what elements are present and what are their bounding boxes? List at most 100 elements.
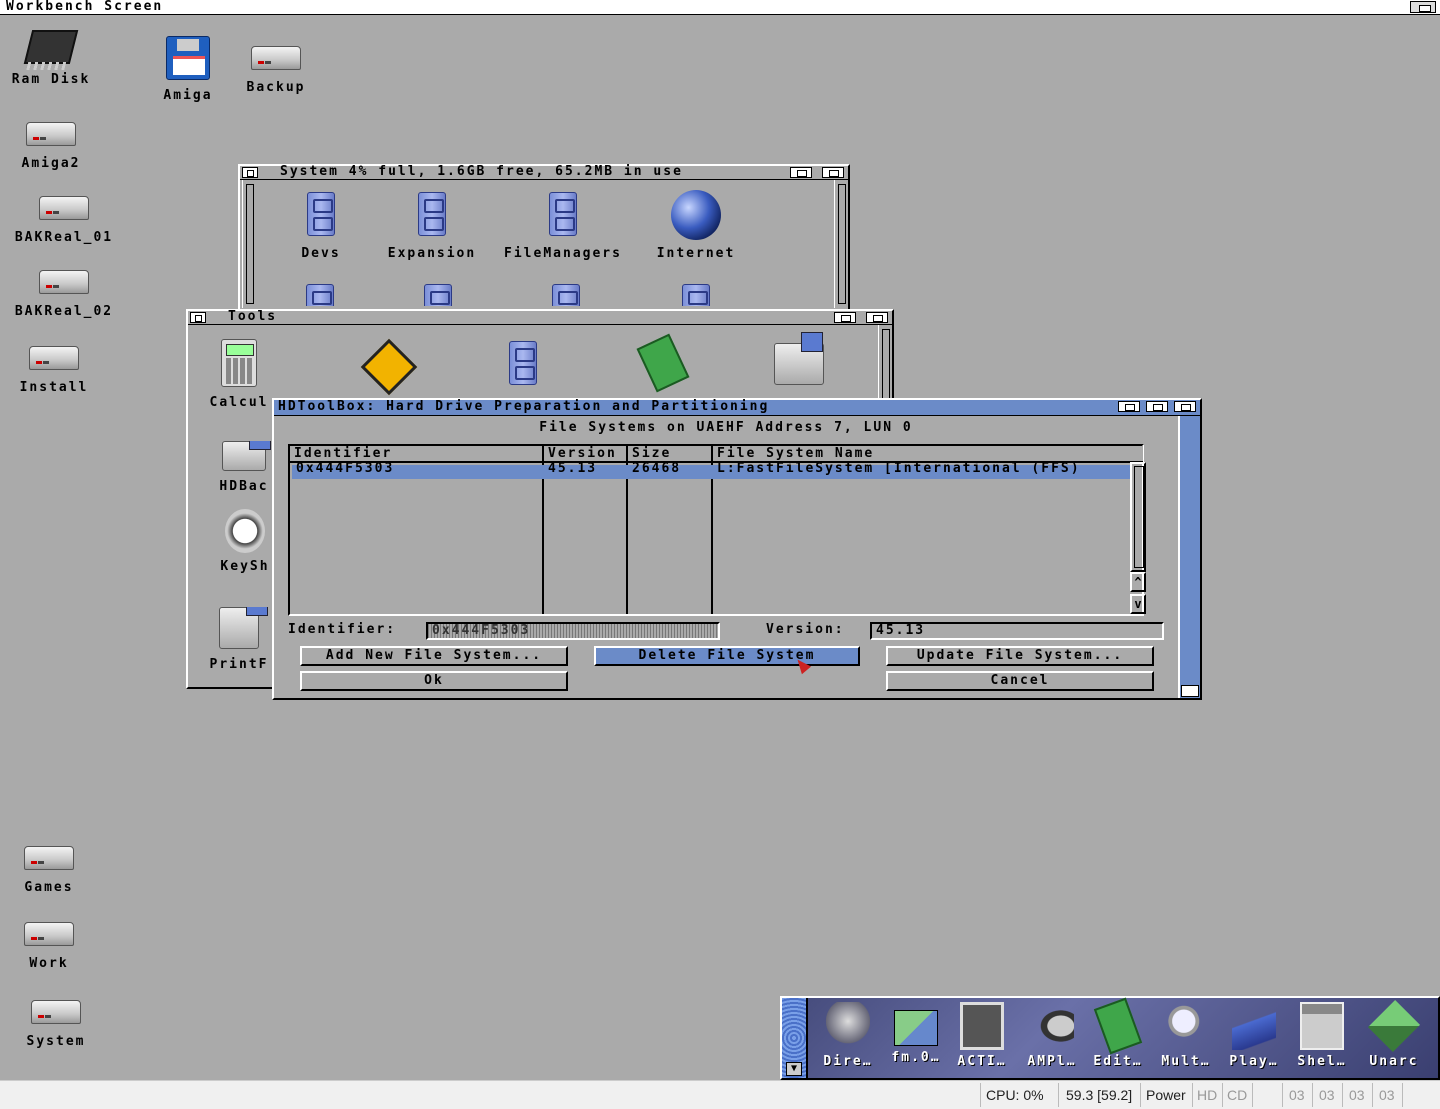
desktop-icon-label: Backup (246, 80, 306, 95)
drawer-icon-devs[interactable]: Devs (276, 190, 366, 261)
tool-icon-notepad[interactable] (628, 333, 698, 395)
globe-icon (671, 190, 721, 240)
iconify-gadget-icon[interactable] (1118, 401, 1140, 412)
dock-menu-arrow-icon[interactable]: ▼ (786, 1062, 802, 1076)
tool-icon-printfiles[interactable]: PrintF (204, 607, 274, 672)
tool-icon-drawer[interactable] (488, 339, 558, 395)
dock-bar[interactable]: ▼ Dire… fm.0… ACTI… AMPl… Edit… Mult… Pl… (780, 996, 1440, 1080)
cancel-button[interactable]: Cancel (886, 671, 1154, 691)
tool-icon-hdbackup[interactable]: HDBac (214, 441, 274, 494)
depth-gadget-icon[interactable] (822, 167, 844, 178)
desktop-icon-amiga2[interactable]: Amiga2 (6, 122, 96, 171)
tool-icon-cross-dos[interactable] (354, 338, 424, 401)
tool-icon-calculator[interactable]: Calcul (204, 339, 274, 410)
zoom-gadget-icon[interactable] (1146, 401, 1168, 412)
delete-file-system-button[interactable]: Delete File System (594, 646, 860, 666)
file-systems-heading: File Systems on UAEHF Address 7, LUN 0 (539, 420, 913, 435)
list-scrollbar-track[interactable] (1130, 462, 1146, 572)
scroll-up-button[interactable]: ^ (1130, 572, 1146, 592)
tools-window-title-bar[interactable]: Tools (188, 309, 892, 325)
desktop-icon-bakreal-02[interactable]: BAKReal_02 (4, 270, 124, 319)
add-file-system-button[interactable]: Add New File System... (300, 646, 568, 666)
identifier-label: Identifier: (288, 622, 397, 637)
film-strip-icon (960, 1002, 1004, 1050)
desktop-icon-label: Games (24, 880, 74, 895)
drawer-icon-partial[interactable] (290, 282, 350, 306)
drawer-icon-expansion[interactable]: Expansion (380, 190, 484, 261)
dock-item-multiview[interactable]: Mult… (1150, 1002, 1222, 1069)
system-window[interactable]: System 4% full, 1.6GB free, 65.2MB in us… (238, 164, 850, 324)
drawer-icon-partial[interactable] (408, 282, 468, 306)
desktop-icon-label: Install (19, 380, 89, 395)
screen-depth-gadget[interactable] (1410, 1, 1436, 13)
directory-opus-icon (826, 1002, 870, 1050)
dock-item-amplifier[interactable]: AMPl… (1016, 1002, 1088, 1069)
drawer-icon-internet[interactable]: Internet (648, 190, 744, 261)
table-cell-identifier: 0x444F5303 (296, 461, 395, 476)
depth-gadget-icon[interactable] (866, 312, 888, 323)
emulator-status-bar: CPU: 0% 59.3 [59.2] Power HD CD 03 03 03… (0, 1080, 1440, 1109)
drawer-icon-filemanagers[interactable]: FileManagers (498, 190, 628, 261)
tool-icon-printer[interactable] (764, 332, 834, 393)
drive-df2-track[interactable]: 03 (1349, 1087, 1365, 1103)
power-led[interactable]: Power (1146, 1087, 1186, 1103)
drawer-icon-partial[interactable] (666, 282, 726, 306)
dock-item-label: ACTI… (957, 1054, 1007, 1069)
desktop-icon-work[interactable]: Work (6, 922, 92, 971)
drive-df3-track[interactable]: 03 (1379, 1087, 1395, 1103)
dock-item-label: Dire… (823, 1054, 873, 1069)
desktop-icon-bakreal-01[interactable]: BAKReal_01 (4, 196, 124, 245)
hard-drive-icon (29, 346, 79, 370)
desktop-icon-amiga[interactable]: Amiga (148, 36, 228, 103)
version-field[interactable]: 45.13 (870, 622, 1164, 640)
ok-button[interactable]: Ok (300, 671, 568, 691)
file-system-list[interactable]: Identifier Version Size File System Name… (288, 444, 1146, 616)
zoom-gadget-icon[interactable] (790, 167, 812, 178)
desktop-icon-label: Work (29, 956, 69, 971)
desktop-icon-ram-disk[interactable]: Ram Disk (6, 30, 96, 87)
system-window-title-bar[interactable]: System 4% full, 1.6GB free, 65.2MB in us… (240, 164, 848, 180)
close-gadget-icon[interactable] (190, 312, 206, 323)
desktop-icon-backup[interactable]: Backup (236, 46, 316, 95)
disk-player-icon (1232, 1002, 1276, 1050)
ram-chip-icon (23, 30, 79, 64)
system-window-scrollbar[interactable] (834, 180, 848, 308)
list-scrollbar[interactable]: ^ v (1130, 462, 1146, 614)
screen-title-bar[interactable]: Workbench Screen (0, 0, 1440, 15)
dock-item-filemanager[interactable]: fm.0… (880, 1002, 952, 1065)
hard-drive-icon (24, 922, 74, 946)
drawer-icon (544, 282, 588, 306)
identifier-field[interactable]: 0x444F5303 (426, 622, 720, 640)
dock-drag-handle[interactable]: ▼ (782, 998, 808, 1078)
drawer-icon-partial[interactable] (536, 282, 596, 306)
tool-icon-keyshow[interactable]: KeySh (216, 509, 274, 574)
drawer-icon (674, 282, 718, 306)
drawer-label: FileManagers (504, 246, 622, 261)
floppy-disk-icon (166, 36, 210, 80)
dock-item-editor[interactable]: Edit… (1082, 997, 1154, 1069)
fps-readout: 59.3 [59.2] (1066, 1087, 1133, 1103)
hdtoolbox-title-bar[interactable]: HDToolBox: Hard Drive Preparation and Pa… (274, 399, 1200, 416)
depth-gadget-icon[interactable] (1174, 401, 1196, 412)
close-gadget-icon[interactable] (242, 167, 258, 178)
dock-item-shell[interactable]: Shel… (1286, 1002, 1358, 1069)
resize-gadget-icon[interactable] (1181, 685, 1199, 697)
dock-item-activity[interactable]: ACTI… (946, 1002, 1018, 1069)
dock-item-directory-opus[interactable]: Dire… (812, 1002, 884, 1069)
update-file-system-button[interactable]: Update File System... (886, 646, 1154, 666)
dock-item-unarc[interactable]: Unarc (1358, 999, 1430, 1069)
dock-item-play[interactable]: Play… (1218, 1002, 1290, 1069)
desktop-icon-system[interactable]: System (10, 1000, 102, 1049)
hard-drive-icon (26, 122, 76, 146)
scroll-down-button[interactable]: v (1130, 594, 1146, 614)
cd-led[interactable]: CD (1227, 1087, 1247, 1103)
hd-led[interactable]: HD (1197, 1087, 1217, 1103)
desktop-icon-install[interactable]: Install (6, 346, 102, 395)
desktop-icon-games[interactable]: Games (6, 846, 92, 895)
hdtoolbox-window[interactable]: HDToolBox: Hard Drive Preparation and Pa… (272, 398, 1202, 700)
drive-df1-track[interactable]: 03 (1319, 1087, 1335, 1103)
drive-df0-track[interactable]: 03 (1289, 1087, 1305, 1103)
hard-drive-icon (39, 270, 89, 294)
shell-window-icon (1300, 1002, 1344, 1050)
zoom-gadget-icon[interactable] (834, 312, 856, 323)
